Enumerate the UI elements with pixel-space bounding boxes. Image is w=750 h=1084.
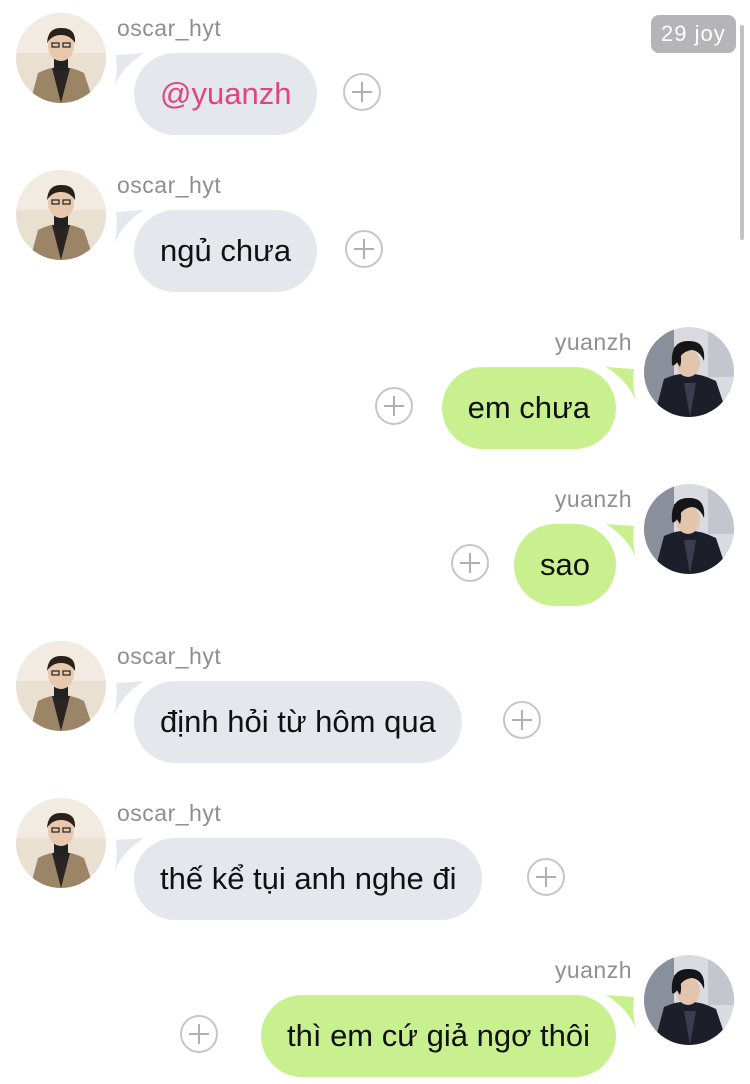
- add-reaction-icon[interactable]: [375, 387, 413, 425]
- yuanzh-avatar[interactable]: [644, 955, 734, 1045]
- bubble-tail: [114, 838, 144, 872]
- yuanzh-avatar[interactable]: [644, 484, 734, 574]
- sender-name: oscar_hyt: [117, 800, 222, 826]
- add-reaction-icon[interactable]: [345, 230, 383, 268]
- bubble-tail: [114, 210, 144, 244]
- oscar-avatar[interactable]: [16, 641, 106, 731]
- message-bubble[interactable]: ngủ chưa: [114, 210, 318, 292]
- message-bubble[interactable]: thế kể tụi anh nghe đi: [114, 838, 483, 920]
- bubble-tail: [606, 367, 636, 401]
- add-reaction-icon[interactable]: [180, 1015, 218, 1053]
- bubble-tail: [114, 681, 144, 715]
- unread-badge[interactable]: 29 joy: [651, 15, 736, 53]
- oscar-avatar[interactable]: [16, 170, 106, 260]
- message-bubble[interactable]: thì em cứ giả ngơ thôi: [260, 995, 636, 1077]
- message-bubble[interactable]: em chưa: [441, 367, 636, 449]
- message-bubble[interactable]: sao: [514, 524, 636, 606]
- message-bubble[interactable]: @yuanzh: [114, 53, 318, 135]
- sender-name: oscar_hyt: [117, 15, 222, 41]
- message-text: @yuanzh: [160, 76, 292, 111]
- sender-name: oscar_hyt: [117, 643, 222, 669]
- sender-name: yuanzh: [554, 957, 632, 983]
- add-reaction-icon[interactable]: [343, 73, 381, 111]
- message-text: thì em cứ giả ngơ thôi: [286, 1018, 590, 1053]
- scrollbar[interactable]: [740, 25, 744, 240]
- oscar-avatar[interactable]: [16, 13, 106, 103]
- sender-name: yuanzh: [554, 486, 632, 512]
- message-bubble[interactable]: định hỏi từ hôm qua: [114, 681, 462, 763]
- oscar-avatar[interactable]: [16, 798, 106, 888]
- sender-name: yuanzh: [554, 329, 632, 355]
- message-text: thế kể tụi anh nghe đi: [160, 861, 457, 896]
- message-text: định hỏi từ hôm qua: [160, 704, 436, 739]
- bubble-tail: [114, 53, 144, 87]
- add-reaction-icon[interactable]: [527, 858, 565, 896]
- yuanzh-avatar[interactable]: [644, 327, 734, 417]
- bubble-tail: [606, 995, 636, 1029]
- sender-name: oscar_hyt: [117, 172, 222, 198]
- add-reaction-icon[interactable]: [503, 701, 541, 739]
- message-text: ngủ chưa: [160, 233, 292, 268]
- bubble-tail: [606, 524, 636, 558]
- add-reaction-icon[interactable]: [451, 544, 489, 582]
- message-text: sao: [540, 547, 590, 582]
- message-text: em chưa: [467, 390, 590, 425]
